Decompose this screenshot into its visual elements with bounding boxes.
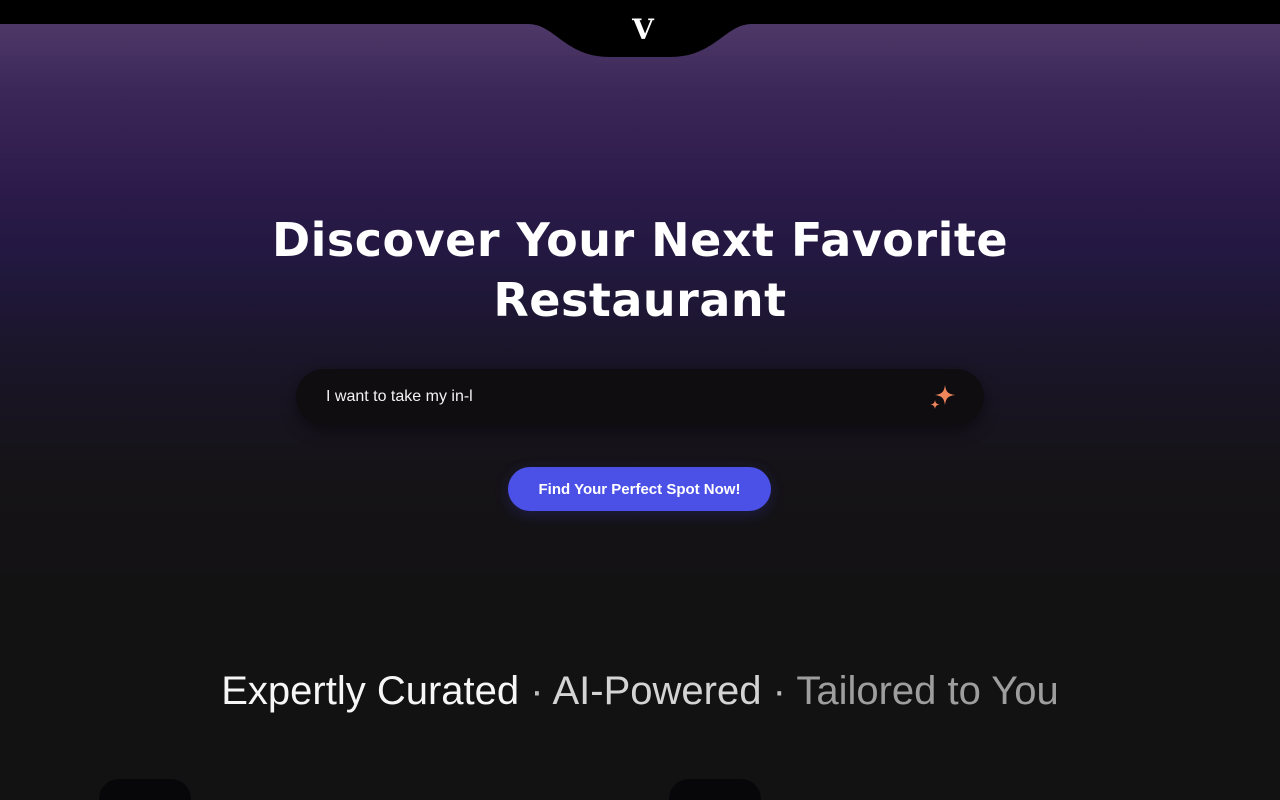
tagline-part-1: Expertly Curated xyxy=(221,669,520,713)
sparkle-icon[interactable] xyxy=(928,382,958,412)
tagline-separator: · xyxy=(772,669,786,713)
logo-v-icon: V xyxy=(632,12,654,46)
tagline-part-3: Tailored to You xyxy=(796,669,1059,713)
find-spot-button[interactable]: Find Your Perfect Spot Now! xyxy=(508,467,771,511)
feature-card-left xyxy=(99,779,191,800)
logo-link[interactable]: V xyxy=(618,12,662,46)
tagline-separator: · xyxy=(530,669,544,713)
search-box xyxy=(296,369,984,425)
hero-headline: Discover Your Next Favorite Restaurant xyxy=(271,213,1009,327)
tagline: Expertly Curated · AI-Powered · Tailored… xyxy=(140,664,1140,718)
feature-card-right xyxy=(669,779,761,800)
tagline-part-2: AI-Powered xyxy=(552,669,762,713)
search-input[interactable] xyxy=(326,369,928,425)
